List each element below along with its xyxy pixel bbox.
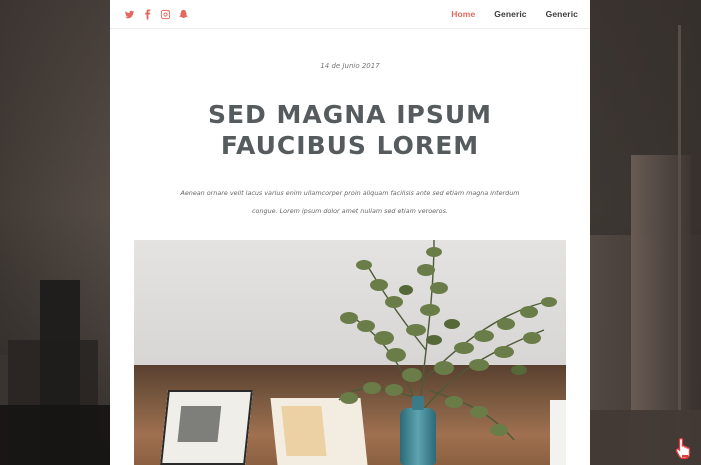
snapchat-icon[interactable]: [178, 9, 189, 20]
top-nav-bar: Home Generic Generic: [110, 0, 590, 29]
social-links: [124, 8, 189, 20]
post-excerpt-line: Aenean ornare velit lacus varius enim ul…: [180, 189, 520, 197]
nav-link-generic[interactable]: Generic: [475, 9, 526, 19]
nav-link-home[interactable]: Home: [432, 9, 475, 19]
post-excerpt: Aenean ornare velit lacus varius enim ul…: [170, 184, 530, 220]
featured-image[interactable]: [134, 240, 566, 465]
main-panel: Home Generic Generic 14 de Junio 2017 SE…: [110, 0, 590, 465]
facebook-icon[interactable]: [142, 8, 153, 20]
image-plant: [338, 240, 557, 441]
main-menu: Home Generic Generic: [432, 9, 578, 19]
pointer-cursor-icon: [675, 437, 691, 459]
post-excerpt-line: congue. Lorem ipsum dolor amet nullam se…: [252, 207, 448, 215]
post-title[interactable]: SED MAGNA IPSUM FAUCIBUS LOREM: [150, 99, 550, 161]
background-building: [0, 405, 110, 465]
nav-link-generic-2[interactable]: Generic: [527, 9, 578, 19]
twitter-icon[interactable]: [124, 9, 135, 20]
background-antenna: [678, 25, 681, 465]
instagram-icon[interactable]: [160, 9, 171, 20]
image-vase: [400, 396, 436, 465]
post-date: 14 de Junio 2017: [320, 62, 380, 70]
